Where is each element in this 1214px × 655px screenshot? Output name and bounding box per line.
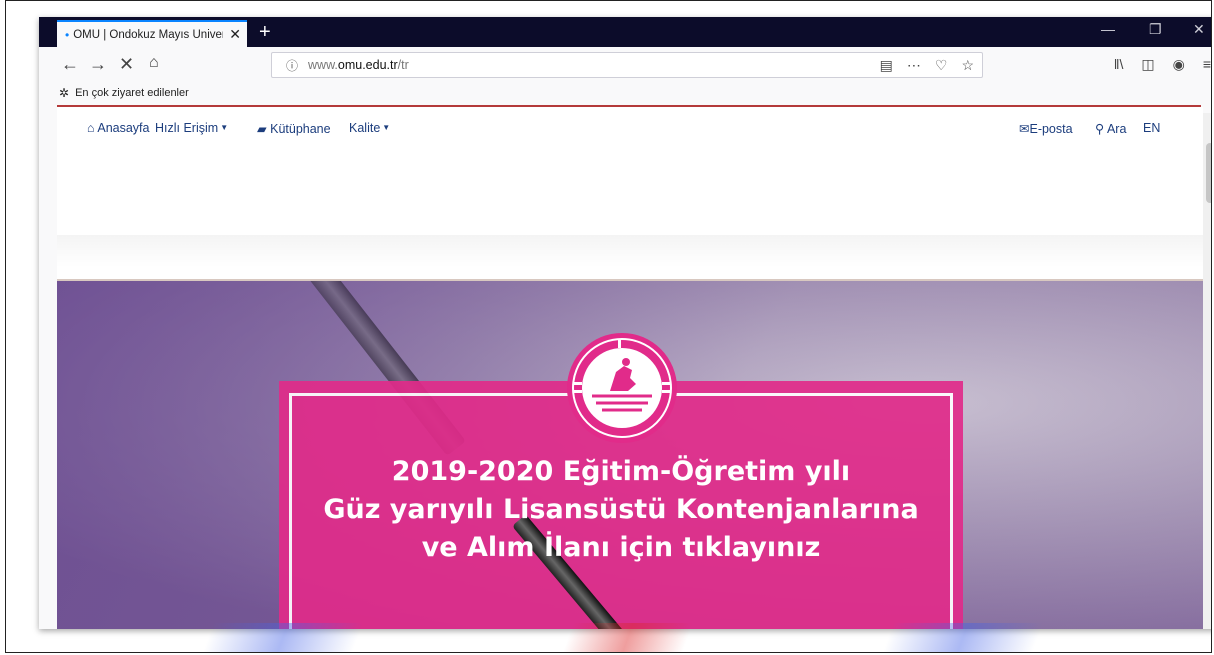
caret-down-icon: ▼ (220, 123, 229, 132)
site-nav: ⌂ Anasayfa Hızlı Erişim ▼ ▰ Kütüphane Kal… (57, 107, 1203, 151)
nav-search[interactable]: ⚲ Ara (1095, 121, 1126, 136)
scrollbar[interactable] (1203, 113, 1211, 629)
nav-quality[interactable]: Kalite ▼ (349, 121, 390, 135)
nav-email[interactable]: ✉E-posta (1019, 121, 1073, 136)
restore-icon[interactable]: ❐ (1149, 21, 1162, 38)
nav-quick-access-label: Hızlı Erişim (155, 121, 219, 135)
more-icon[interactable]: ⋯ (907, 57, 921, 74)
forward-icon[interactable]: → (89, 54, 107, 75)
announcement-line-3: ve Alım İlanı için tıklayınız (421, 532, 821, 563)
book-icon: ▰ (257, 122, 267, 136)
nav-lang[interactable]: EN (1143, 121, 1160, 135)
watermark-stripe (878, 623, 1044, 652)
url-bar[interactable]: ⓘ www. omu.edu.tr/tr ▤ ⋯ ♡ ☆ (271, 52, 983, 78)
announcement-line-2: Güz yarıyılı Lisansüstü Kontenjanlarına (323, 494, 919, 525)
sidebar-icon[interactable]: ◫ (1141, 56, 1154, 73)
nav-email-label: E-posta (1029, 122, 1073, 136)
home-icon[interactable]: ⌂ (149, 54, 159, 72)
bookmarks-toolbar: ✲ En çok ziyaret edilenler (39, 83, 1211, 103)
url-host: omu.edu.tr (337, 58, 398, 72)
close-window-icon[interactable]: ✕ (1193, 21, 1205, 38)
navigation-bar: ← → ✕ ⌂ ⓘ www. omu.edu.tr/tr ▤ ⋯ ♡ ☆ ‖\ ◫… (39, 47, 1211, 83)
url-path: /tr (397, 58, 409, 72)
minimize-icon[interactable]: — (1101, 21, 1115, 37)
search-icon: ⚲ (1095, 122, 1105, 136)
announcement-text[interactable]: 2019-2020 Eğitim-Öğretim yılı Güz yarıyı… (289, 453, 953, 567)
nav-search-label: Ara (1106, 122, 1127, 136)
nav-library-label: Kütüphane (270, 122, 331, 136)
caret-down-icon: ▼ (382, 123, 391, 132)
url-actions: ▤ ⋯ ♡ ☆ (880, 57, 974, 74)
account-icon[interactable]: ◉ (1173, 56, 1185, 73)
watermark-stripe (558, 623, 694, 652)
envelope-icon: ✉ (1019, 122, 1030, 136)
stop-icon[interactable]: ✕ (119, 54, 134, 75)
scrollbar-thumb[interactable] (1206, 143, 1211, 203)
nav-home-label: Anasayfa (97, 121, 150, 135)
tab-close-icon[interactable]: ✕ (229, 26, 241, 43)
university-seal (567, 333, 677, 443)
screenshot-frame: • OMÜ | Ondokuz Mayıs Üniversi ✕ + — ❐ ✕… (5, 0, 1212, 653)
nav-quick-access[interactable]: Hızlı Erişim ▼ (155, 121, 228, 135)
loading-dot-icon: • (65, 27, 70, 42)
url-prefix: www. (308, 58, 338, 72)
tab-strip: • OMÜ | Ondokuz Mayıs Üniversi ✕ + — ❐ ✕ (39, 17, 1211, 47)
active-tab[interactable]: • OMÜ | Ondokuz Mayıs Üniversi ✕ (57, 20, 247, 47)
reader-icon[interactable]: ▤ (880, 57, 893, 74)
info-icon[interactable]: ⓘ (286, 57, 298, 74)
new-tab-icon[interactable]: + (259, 21, 271, 44)
library-icon[interactable]: ‖\ (1114, 56, 1124, 73)
header-band (57, 235, 1203, 267)
menu-icon[interactable]: ≡ (1203, 56, 1211, 73)
most-visited-bookmark[interactable]: En çok ziyaret edilenler (75, 87, 189, 99)
browser-window: • OMÜ | Ondokuz Mayıs Üniversi ✕ + — ❐ ✕… (39, 17, 1211, 629)
seal-icon (572, 338, 672, 438)
nav-library[interactable]: ▰ Kütüphane (257, 121, 331, 136)
page-content: ⌂ Anasayfa Hızlı Erişim ▼ ▰ Kütüphane Kal… (57, 107, 1203, 629)
gear-icon: ✲ (59, 86, 70, 100)
hero-banner[interactable]: 2019-2020 Eğitim-Öğretim yılı Güz yarıyı… (57, 281, 1203, 629)
tab-title: OMÜ | Ondokuz Mayıs Üniversi (73, 28, 224, 41)
home-icon: ⌂ (87, 121, 95, 135)
back-icon[interactable]: ← (61, 54, 79, 75)
nav-home[interactable]: ⌂ Anasayfa (87, 121, 149, 135)
star-icon[interactable]: ☆ (961, 57, 974, 74)
watermark-stripe (198, 623, 364, 652)
toolbar-icons: ‖\ ◫ ◉ ≡ (1114, 56, 1211, 73)
nav-quality-label: Kalite (349, 121, 381, 135)
announcement-line-1: 2019-2020 Eğitim-Öğretim yılı (391, 456, 851, 487)
pocket-icon[interactable]: ♡ (935, 57, 948, 74)
